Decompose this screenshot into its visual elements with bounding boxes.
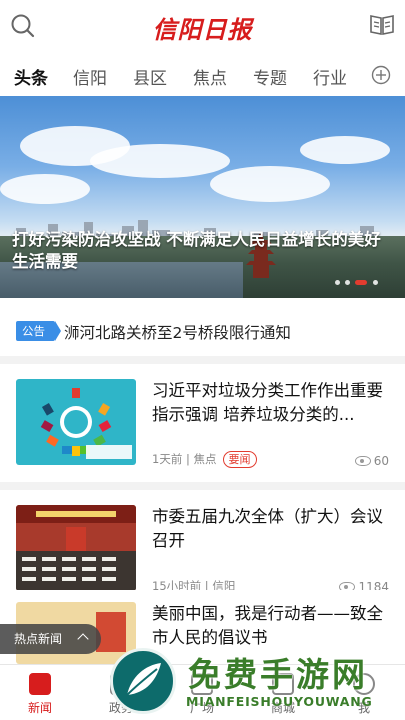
notice-text[interactable]: 浉河北路关桥至2号桥段限行通知 [64,321,291,343]
news-thumbnail [16,505,136,591]
cloud [0,174,90,204]
add-channel-icon[interactable] [371,65,391,85]
carousel-dot-active [355,280,367,285]
divider [0,482,405,490]
news-tag: 要闻 [222,451,257,468]
tab-focus[interactable]: 焦点 [193,64,227,89]
news-headline[interactable]: 市委五届九次全体（扩大）会议召开 [152,505,389,553]
watermark-subtitle: MIANFEISHOUYOUWANG [186,694,373,709]
watermark-logo-icon [110,648,176,714]
carousel-indicator [335,280,391,286]
news-icon [29,673,51,695]
nav-news-label: 新闻 [27,701,52,715]
tab-county[interactable]: 县区 [133,64,167,89]
hot-news-toggle[interactable]: 热点新闻 [0,624,101,654]
notice-bar[interactable]: 公告 浉河北路关桥至2号桥段限行通知 [0,298,405,356]
news-thumbnail [16,379,136,465]
carousel-dot [335,280,340,285]
carousel-dot [373,280,378,285]
watermark-title: 免费手游网 [188,655,368,694]
cloud [300,136,390,164]
news-channel: 焦点 [193,452,217,466]
channel-tabs: 头条 信阳 县区 焦点 专题 行业 [0,54,405,96]
news-item[interactable]: 习近平对垃圾分类工作作出重要指示强调 培养垃圾分类的... 1天前 | 焦点 要闻… [0,364,405,482]
tab-xinyang[interactable]: 信阳 [73,64,107,89]
news-time: 1天前 [152,452,183,466]
cloud [90,144,230,178]
tab-topic[interactable]: 专题 [253,64,287,89]
view-count: 60 [354,454,389,468]
carousel-dot [345,280,350,285]
banner-title[interactable]: 打好污染防治攻坚战 不断满足人民日益增长的美好生活需要 [12,229,391,273]
banner-carousel[interactable]: 打好污染防治攻坚战 不断满足人民日益增长的美好生活需要 [0,96,405,298]
cloud [210,166,330,202]
eye-icon [354,456,371,466]
view-count-value: 60 [373,454,389,468]
app-logo: 信阳日报 [152,15,253,44]
tab-headline[interactable]: 头条 [14,64,48,89]
news-meta: 1天前 | 焦点 要闻 [152,451,257,468]
tab-industry[interactable]: 行业 [313,64,347,89]
leaf-icon [126,663,161,696]
nav-news[interactable]: 新闻 [15,673,65,716]
notice-badge: 公告 [16,321,61,341]
news-headline[interactable]: 美丽中国，我是行动者——致全市人民的倡议书 [152,602,389,650]
divider [0,356,405,364]
chevron-up-icon [77,633,89,645]
app-header: 信阳日报 [0,0,405,54]
book-icon[interactable] [369,13,395,37]
hot-news-label: 热点新闻 [14,632,63,646]
news-headline[interactable]: 习近平对垃圾分类工作作出重要指示强调 培养垃圾分类的... [152,379,389,427]
